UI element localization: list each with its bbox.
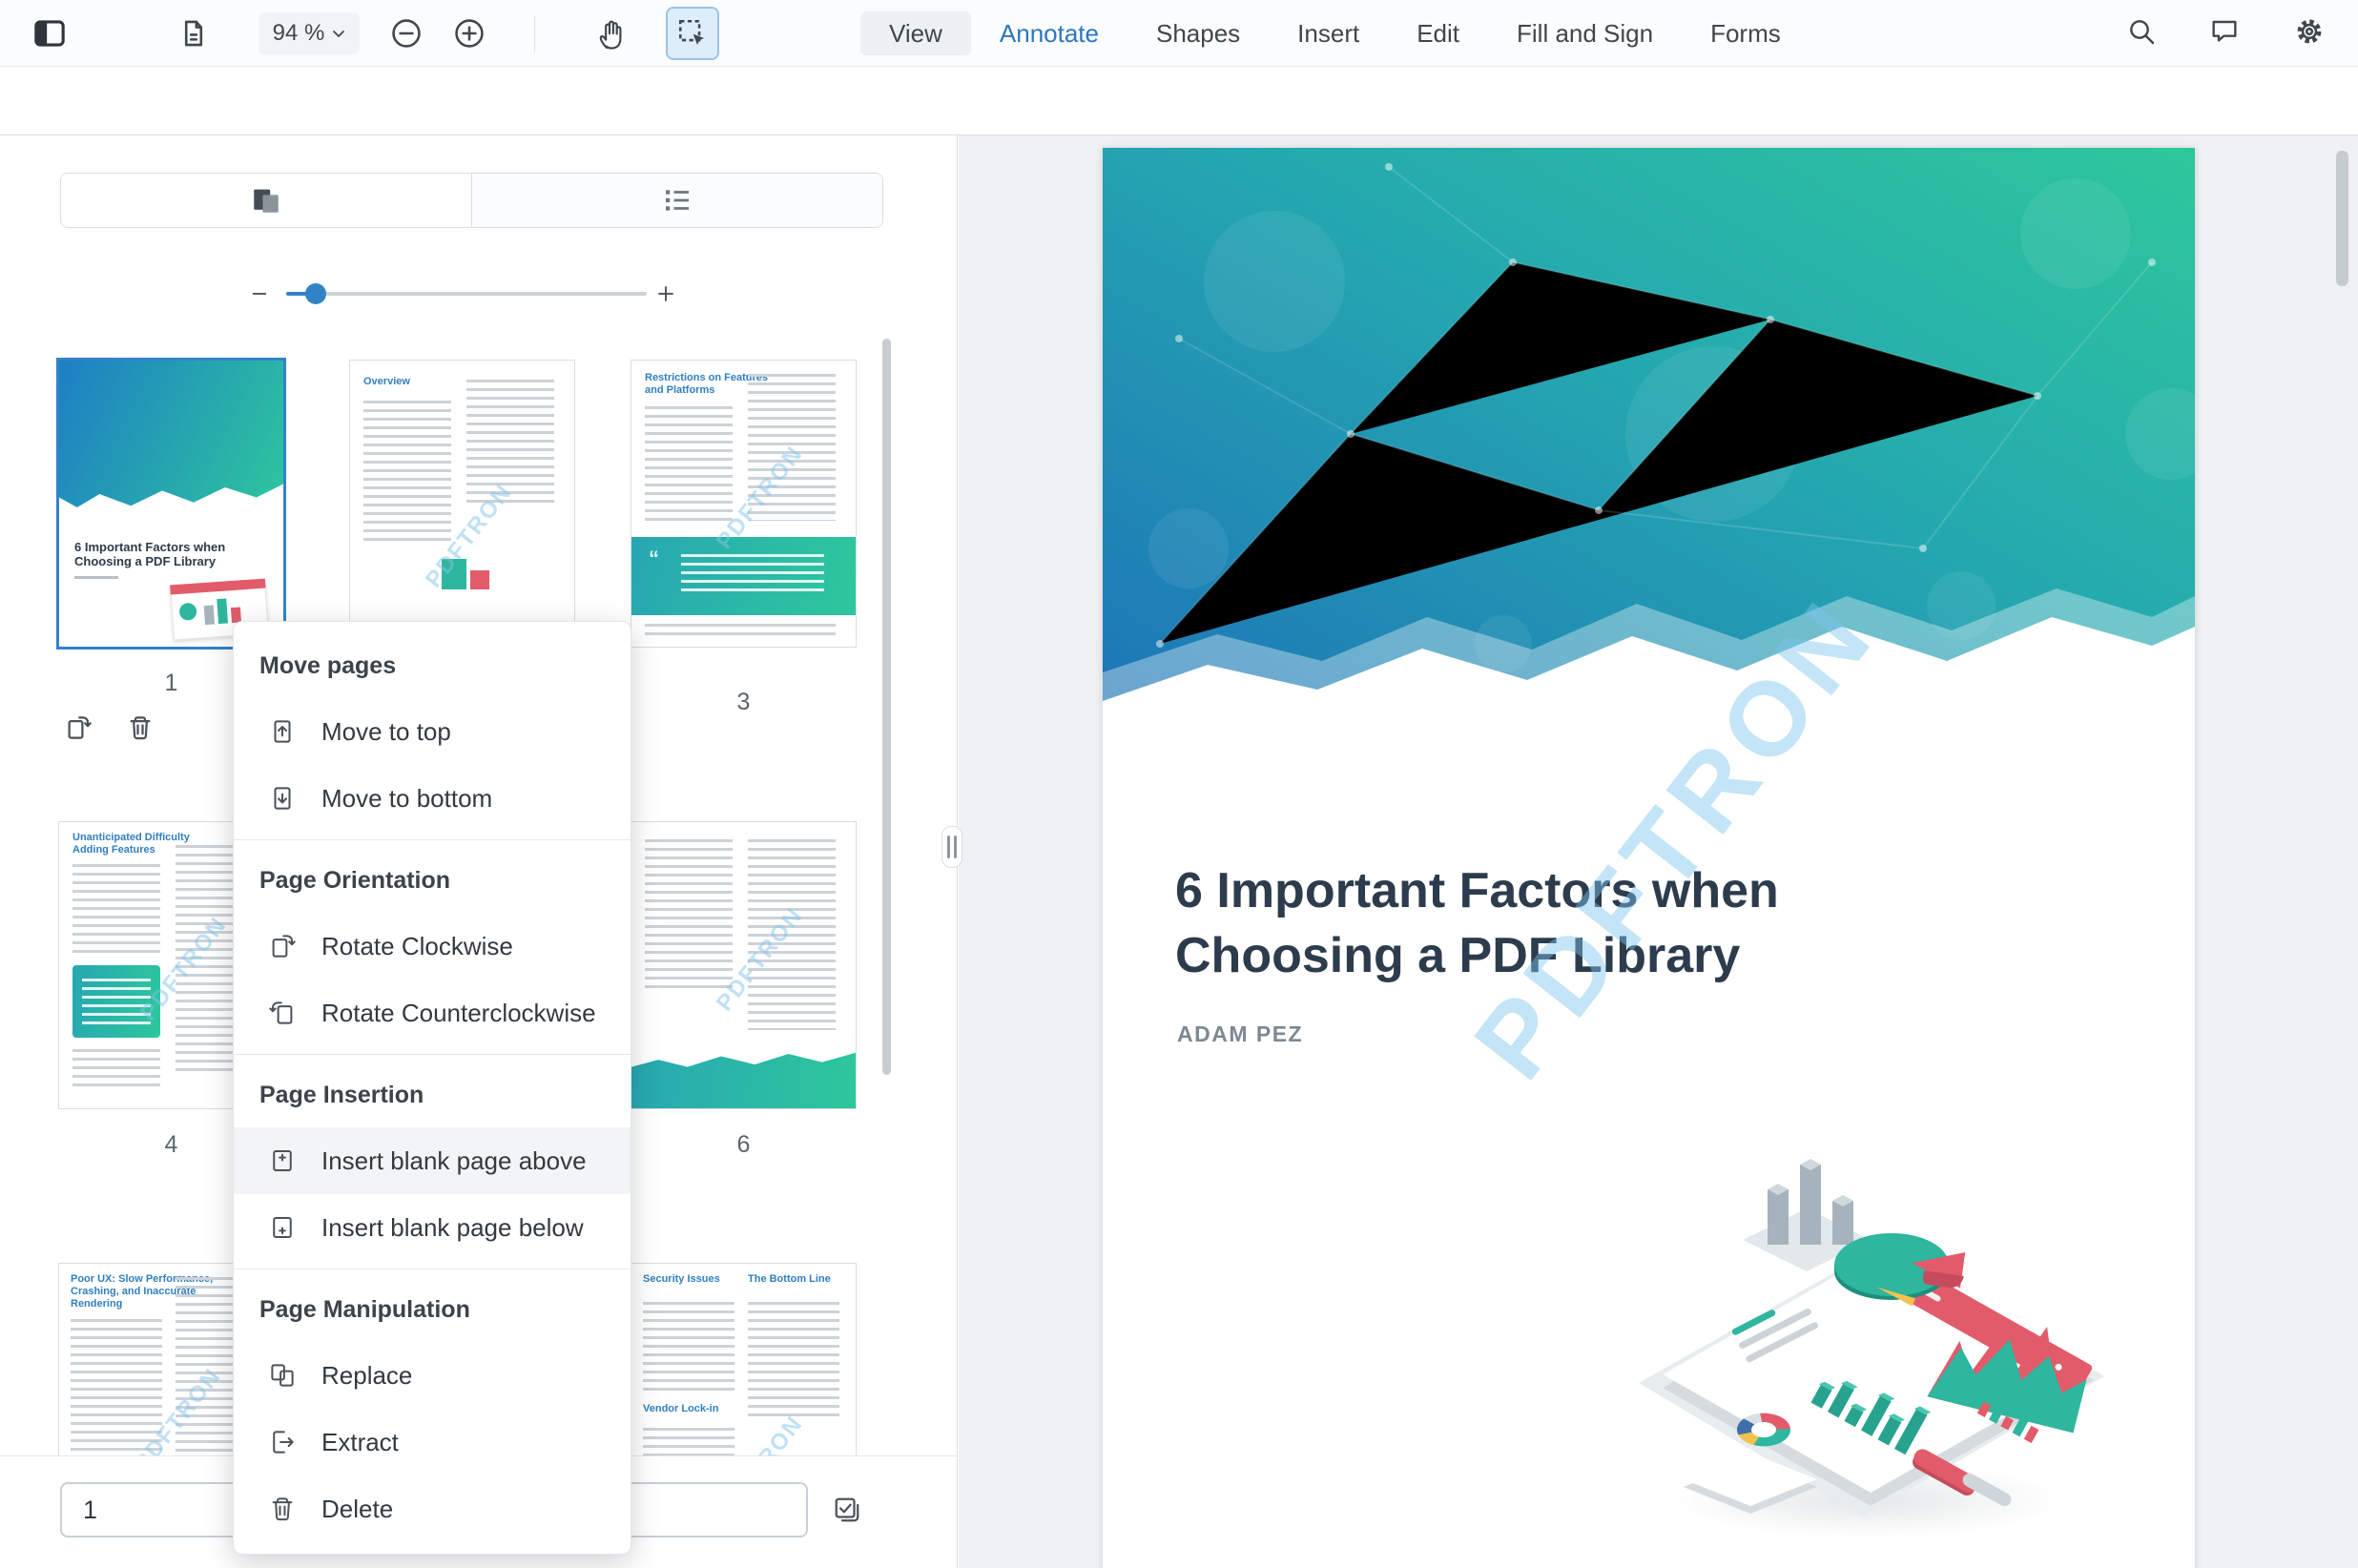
tab-forms[interactable]: Forms bbox=[1682, 11, 1810, 55]
menu-item-move-to-bottom[interactable]: Move to bottom bbox=[234, 765, 631, 832]
toolbar-divider bbox=[534, 15, 535, 52]
chevron-down-icon bbox=[332, 29, 345, 38]
thumbnails-icon bbox=[250, 184, 282, 217]
document-cover-header bbox=[1103, 148, 2195, 758]
thumb-cover-gradient bbox=[59, 361, 283, 527]
slider-track[interactable] bbox=[286, 292, 647, 296]
tab-annotate[interactable]: Annotate bbox=[971, 11, 1127, 55]
menu-item-rotate-clockwise[interactable]: Rotate Clockwise bbox=[234, 913, 631, 980]
hand-icon bbox=[593, 16, 626, 51]
chat-bubble-icon bbox=[2209, 16, 2240, 47]
tab-insert[interactable]: Insert bbox=[1269, 11, 1388, 55]
tab-view[interactable]: View bbox=[860, 11, 971, 55]
panel-resize-handle[interactable] bbox=[941, 826, 962, 868]
menu-item-extract[interactable]: Extract bbox=[234, 1409, 631, 1475]
document-actions-button[interactable] bbox=[169, 9, 218, 58]
annotation-toolbar bbox=[0, 68, 2358, 135]
zoom-level-dropdown[interactable]: 94 % bbox=[259, 12, 360, 54]
page-thumbnail-3[interactable]: Restrictions on Features and Platforms “… bbox=[631, 361, 856, 647]
thumb-cover-title: 6 Important Factors when Choosing a PDF … bbox=[74, 540, 227, 568]
ribbon-tabs: View Annotate Shapes Insert Edit Fill an… bbox=[860, 11, 1810, 55]
document-page[interactable]: PDFTRON 6 Important Factors when Choosin… bbox=[1103, 148, 2195, 1568]
move-to-top-icon bbox=[268, 717, 297, 746]
menu-header-page-manipulation: Page Manipulation bbox=[234, 1277, 631, 1342]
menu-item-insert-blank-page-above[interactable]: Insert blank page above bbox=[234, 1127, 631, 1194]
menu-item-rotate-counterclockwise[interactable]: Rotate Counterclockwise bbox=[234, 980, 631, 1046]
page-number-label-3: 3 bbox=[631, 689, 856, 716]
cover-illustration bbox=[1624, 1102, 2106, 1540]
thumb-quote-band: “ bbox=[631, 537, 856, 615]
zoom-in-button[interactable] bbox=[448, 12, 490, 54]
slider-increase-button[interactable] bbox=[645, 273, 687, 315]
sidebar-toggle-icon bbox=[32, 17, 67, 50]
insert-below-icon bbox=[268, 1213, 297, 1242]
document-author: ADAM PEZ bbox=[1177, 1021, 1303, 1047]
tab-edit[interactable]: Edit bbox=[1388, 11, 1488, 55]
document-title: 6 Important Factors when Choosing a PDF … bbox=[1175, 858, 1779, 988]
slider-decrease-button[interactable] bbox=[238, 273, 280, 315]
menu-header-move-pages: Move pages bbox=[234, 633, 631, 698]
panel-scrollbar-thumb[interactable] bbox=[882, 339, 891, 1075]
slider-knob[interactable] bbox=[305, 283, 326, 304]
select-tool-button[interactable] bbox=[666, 7, 719, 60]
menu-item-insert-blank-page-below[interactable]: Insert blank page below bbox=[234, 1194, 631, 1261]
delete-page-button[interactable] bbox=[118, 706, 162, 750]
outline-list-icon bbox=[661, 184, 693, 217]
toggle-sidebar-button[interactable] bbox=[25, 9, 74, 58]
checkbox-check-icon bbox=[833, 1496, 861, 1524]
document-viewport: PDFTRON 6 Important Factors when Choosin… bbox=[959, 135, 2358, 1568]
document-actions-icon bbox=[177, 17, 210, 50]
multi-select-button[interactable] bbox=[822, 1485, 872, 1535]
search-button[interactable] bbox=[2119, 9, 2164, 54]
thumb-cover-author-line bbox=[74, 576, 118, 579]
pan-tool-button[interactable] bbox=[585, 9, 634, 58]
settings-button[interactable] bbox=[2286, 9, 2332, 54]
gear-icon bbox=[2293, 15, 2326, 48]
zoom-out-icon bbox=[390, 17, 423, 50]
comments-button[interactable] bbox=[2202, 9, 2247, 54]
tab-fill-and-sign[interactable]: Fill and Sign bbox=[1488, 11, 1682, 55]
page-thumbnail-1[interactable]: 6 Important Factors when Choosing a PDF … bbox=[59, 361, 283, 647]
panel-view-switcher bbox=[60, 173, 883, 228]
delete-icon bbox=[268, 1495, 297, 1523]
zoom-in-icon bbox=[453, 17, 486, 50]
move-to-bottom-icon bbox=[268, 784, 297, 813]
page-number-label-6: 6 bbox=[631, 1131, 856, 1159]
top-toolbar: 94 % View Annotate Shapes Insert Edit Fi… bbox=[0, 0, 2358, 67]
insert-above-icon bbox=[268, 1146, 297, 1175]
menu-header-page-orientation: Page Orientation bbox=[234, 848, 631, 913]
zoom-level-value: 94 % bbox=[273, 20, 325, 47]
page-thumbnail-2[interactable]: Overview PDFTRON bbox=[350, 361, 574, 647]
zoom-out-button[interactable] bbox=[385, 12, 427, 54]
thumb-wave-footer bbox=[631, 1049, 856, 1108]
page-context-menu: Move pages Move to top Move to bottom Pa… bbox=[233, 621, 631, 1555]
menu-item-replace[interactable]: Replace bbox=[234, 1342, 631, 1409]
wave-edge bbox=[1103, 558, 2195, 758]
rotate-clockwise-icon bbox=[268, 932, 297, 960]
trash-icon bbox=[126, 713, 155, 742]
page-thumbnail-6[interactable]: PDFTRON bbox=[631, 822, 856, 1108]
tab-thumbnails[interactable] bbox=[61, 174, 471, 227]
menu-header-page-insertion: Page Insertion bbox=[234, 1063, 631, 1127]
rotate-page-icon bbox=[64, 713, 93, 742]
search-icon bbox=[2126, 16, 2157, 47]
extract-icon bbox=[268, 1428, 297, 1456]
selection-icon bbox=[676, 17, 709, 50]
rotate-page-button[interactable] bbox=[56, 706, 100, 750]
tab-shapes[interactable]: Shapes bbox=[1127, 11, 1269, 55]
menu-item-move-to-top[interactable]: Move to top bbox=[234, 698, 631, 765]
tab-outline[interactable] bbox=[471, 174, 882, 227]
rotate-counterclockwise-icon bbox=[268, 999, 297, 1027]
menu-item-delete[interactable]: Delete bbox=[234, 1475, 631, 1542]
replace-icon bbox=[268, 1361, 297, 1390]
document-scrollbar-thumb[interactable] bbox=[2336, 151, 2348, 286]
